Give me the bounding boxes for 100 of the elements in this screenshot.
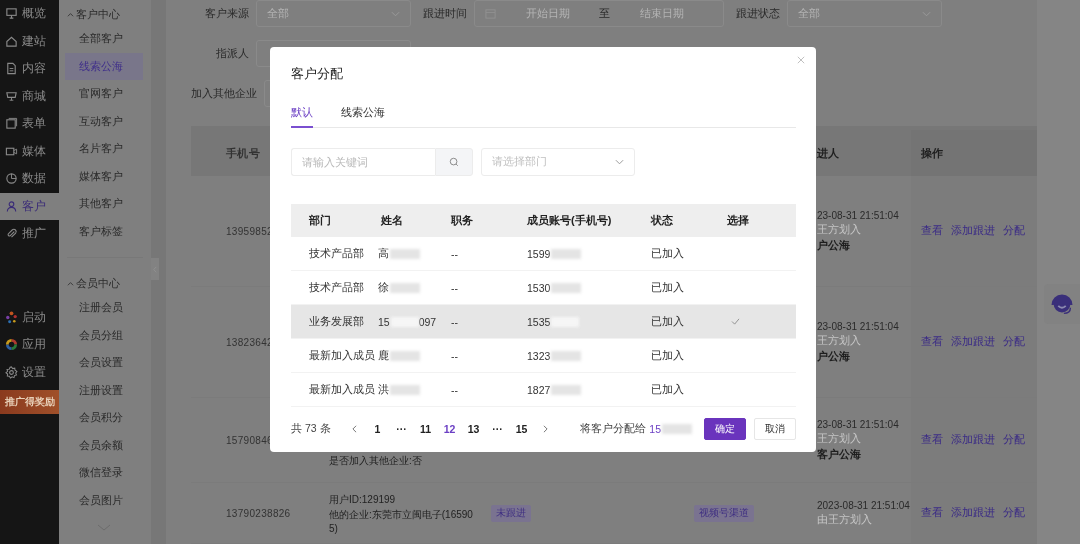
nav-item[interactable]: 内容 <box>0 55 59 83</box>
follow-time: 2023-08-31 21:51:04 <box>817 499 910 511</box>
nav-item[interactable]: 启动 <box>0 303 59 331</box>
menu-item[interactable]: 官网客户 <box>65 80 143 108</box>
table-cell: 1323 <box>527 349 551 362</box>
menu-item[interactable]: 媒体客户 <box>65 162 143 190</box>
menu-item[interactable]: 其他客户 <box>65 190 143 218</box>
menu-item[interactable]: 互动客户 <box>65 107 143 135</box>
menu-item[interactable]: 全部客户 <box>65 25 143 53</box>
nav-item[interactable]: 表单 <box>0 110 59 138</box>
table-cell: -- <box>451 247 458 260</box>
menu-item[interactable]: 会员设置 <box>65 349 143 377</box>
member-row[interactable]: 最新加入成员 鹿 -- 1323 已加入 <box>291 339 796 373</box>
menu-item[interactable]: 会员余额 <box>65 431 143 459</box>
group-header[interactable]: 客户中心 <box>59 3 151 25</box>
menu-item[interactable]: 注册设置 <box>65 376 143 404</box>
action-link[interactable]: 分配 <box>1003 433 1025 447</box>
check-icon <box>731 318 740 325</box>
total-count: 共 73 条 <box>291 422 331 436</box>
action-link[interactable]: 添加跟进 <box>951 224 995 238</box>
blurred-text <box>551 350 582 361</box>
blurred-text <box>390 384 420 395</box>
action-link[interactable]: 分配 <box>1003 335 1025 349</box>
nav-item[interactable]: 推广 <box>0 220 59 248</box>
filter-label: 加入其他企业 <box>191 86 257 101</box>
menu-item[interactable]: 会员图片 <box>65 486 143 514</box>
follow-note: 王方划入 <box>817 222 861 237</box>
assign-label: 将客户分配给 <box>580 422 647 436</box>
table-cell: -- <box>451 281 458 294</box>
column-header: 成员账号(手机号) <box>526 213 613 228</box>
info-text: 他的企业:东莞市立闽电子(16590 <box>329 507 473 522</box>
action-link[interactable]: 分配 <box>1003 506 1025 520</box>
assignee-text: 15 <box>649 423 661 435</box>
follow-time: 23-08-31 21:51:04 <box>817 209 899 221</box>
nav-item[interactable]: 媒体 <box>0 137 59 165</box>
menu-item[interactable]: 线索公海 <box>65 52 143 80</box>
nav-item[interactable]: 数据 <box>0 165 59 193</box>
page-link[interactable]: 13 <box>461 423 486 435</box>
menu-item[interactable]: 名片客户 <box>65 135 143 163</box>
member-row[interactable]: 最新加入成员 洪 -- 1827 已加入 <box>291 373 796 407</box>
member-row[interactable]: 业务发展部 15 097 -- 1535 已加入 <box>291 305 796 339</box>
table-cell: 已加入 <box>651 382 684 397</box>
promo-banner[interactable]: 推广得奖励 <box>0 390 59 414</box>
page-link[interactable]: 1 <box>365 423 390 435</box>
table-cell: 洪 <box>378 382 389 397</box>
menu-item[interactable]: 客户标签 <box>65 217 143 245</box>
page-link[interactable]: 15 <box>509 423 534 435</box>
confirm-button[interactable]: 确定 <box>704 418 746 440</box>
nav-item[interactable]: 应用 <box>0 331 59 359</box>
action-link[interactable]: 查看 <box>921 506 943 520</box>
blurred-text <box>662 424 692 434</box>
action-link[interactable]: 添加跟进 <box>951 506 995 520</box>
nav-item[interactable]: 建站 <box>0 27 59 55</box>
page-link[interactable]: ··· <box>389 423 414 435</box>
table-cell: 1599 <box>527 247 551 260</box>
user-icon <box>5 199 18 213</box>
column-header: 选择 <box>726 213 750 228</box>
page-link[interactable]: 11 <box>413 423 438 435</box>
table-cell: 1530 <box>527 281 551 294</box>
action-link[interactable]: 添加跟进 <box>951 335 995 349</box>
menu-item[interactable]: 会员积分 <box>65 404 143 432</box>
blurred-text <box>390 350 420 361</box>
menu-item[interactable]: 微信登录 <box>65 459 143 487</box>
member-row[interactable]: 技术产品部 高 -- 1599 已加入 <box>291 237 796 271</box>
phone-number: 13790238826 <box>226 507 291 519</box>
menu-item[interactable]: 注册会员 <box>65 294 143 322</box>
previous-page-icon[interactable] <box>351 425 357 433</box>
action-link[interactable]: 查看 <box>921 335 943 349</box>
menu-item[interactable]: 会员分组 <box>65 321 143 349</box>
table-cell: -- <box>451 315 458 328</box>
tab[interactable]: 线索公海 <box>341 105 385 128</box>
search-button[interactable] <box>435 148 473 176</box>
nav-item[interactable]: 设置 <box>0 358 59 386</box>
close-icon[interactable] <box>797 56 805 64</box>
search-field[interactable]: 请输入关键词 <box>291 148 435 176</box>
blurred-text <box>390 248 420 259</box>
tab[interactable]: 默认 <box>291 105 313 128</box>
next-page-icon[interactable] <box>542 425 548 433</box>
group-header[interactable]: 会员中心 <box>59 272 151 294</box>
pool-name: 户公海 <box>817 349 850 364</box>
form-icon <box>5 117 18 131</box>
table-cell: 鹿 <box>378 348 389 363</box>
table-cell: 高 <box>378 246 389 261</box>
nav-item[interactable]: 客户 <box>0 192 59 220</box>
cancel-button[interactable]: 取消 <box>754 418 796 440</box>
nav-item[interactable]: 商城 <box>0 82 59 110</box>
pie-chart-icon <box>5 172 18 186</box>
action-link[interactable]: 查看 <box>921 433 943 447</box>
action-link[interactable]: 查看 <box>921 224 943 238</box>
page-link[interactable]: ··· <box>485 423 510 435</box>
filter-label: 跟进时间 <box>423 6 467 21</box>
action-link[interactable]: 添加跟进 <box>951 433 995 447</box>
nav-item[interactable]: 概览 <box>0 0 59 28</box>
info-text: 5) <box>329 522 338 534</box>
action-link[interactable]: 分配 <box>1003 224 1025 238</box>
filter-label: 跟进状态 <box>736 6 780 21</box>
table-cell: 徐 <box>378 280 389 295</box>
page-link[interactable]: 12 <box>437 423 462 435</box>
info-text: 是否加入其他企业:否 <box>329 454 422 468</box>
table-cell: -- <box>451 349 458 362</box>
